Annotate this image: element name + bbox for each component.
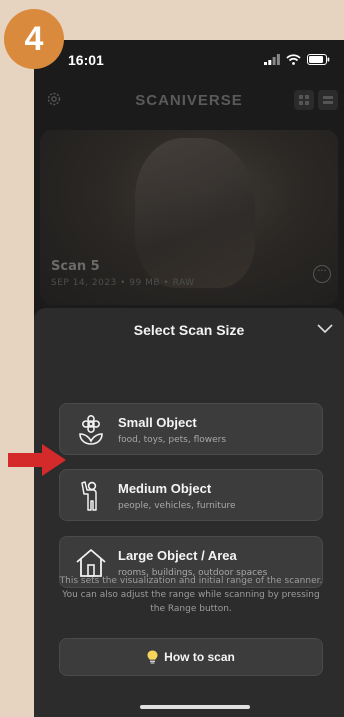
chevron-down-icon[interactable] [317,324,333,334]
option-label: Large Object / Area [118,548,237,563]
how-to-scan-button[interactable]: How to scan [59,638,323,676]
small-object-option[interactable]: Small Object food, toys, pets, flowers [59,403,323,455]
grid-view-icon[interactable] [294,90,314,110]
phone-screen: 16:01 SCANIVERSE Scan 5 SEP 14, 2023 • 9… [34,40,344,717]
red-arrow-annotation-icon [8,444,66,476]
more-options-icon[interactable]: ··· [313,265,331,283]
app-header: SCANIVERSE [34,84,344,120]
scan-meta: SEP 14, 2023 • 99 MB • RAW [51,278,195,288]
list-view-icon[interactable] [318,90,338,110]
flower-icon [79,414,103,445]
status-bar: 16:01 [34,40,344,80]
option-label: Medium Object [118,481,212,496]
cellular-signal-icon [264,54,280,65]
sheet-title: Select Scan Size [133,322,245,338]
wifi-icon [286,54,301,65]
person-waving-icon [81,481,97,511]
info-text: This sets the visualization and initial … [59,576,323,614]
scan-size-sheet: Select Scan Size Small Object food, toys… [34,308,344,717]
status-icons [264,54,330,65]
home-indicator [140,705,250,709]
medium-object-option[interactable]: Medium Object people, vehicles, furnitur… [59,469,323,521]
how-to-scan-label: How to scan [164,650,235,664]
scan-card[interactable]: Scan 5 SEP 14, 2023 • 99 MB • RAW ··· [40,130,338,305]
option-description: people, vehicles, furniture [118,501,236,511]
scan-thumbnail [135,138,255,288]
step-number-badge: 4 [4,9,64,69]
lightbulb-icon [147,650,158,664]
option-description: food, toys, pets, flowers [118,435,227,445]
option-label: Small Object [118,415,197,430]
scan-name: Scan 5 [51,259,100,274]
battery-icon [307,54,330,65]
status-time: 16:01 [68,52,104,68]
view-toggle [294,90,338,110]
